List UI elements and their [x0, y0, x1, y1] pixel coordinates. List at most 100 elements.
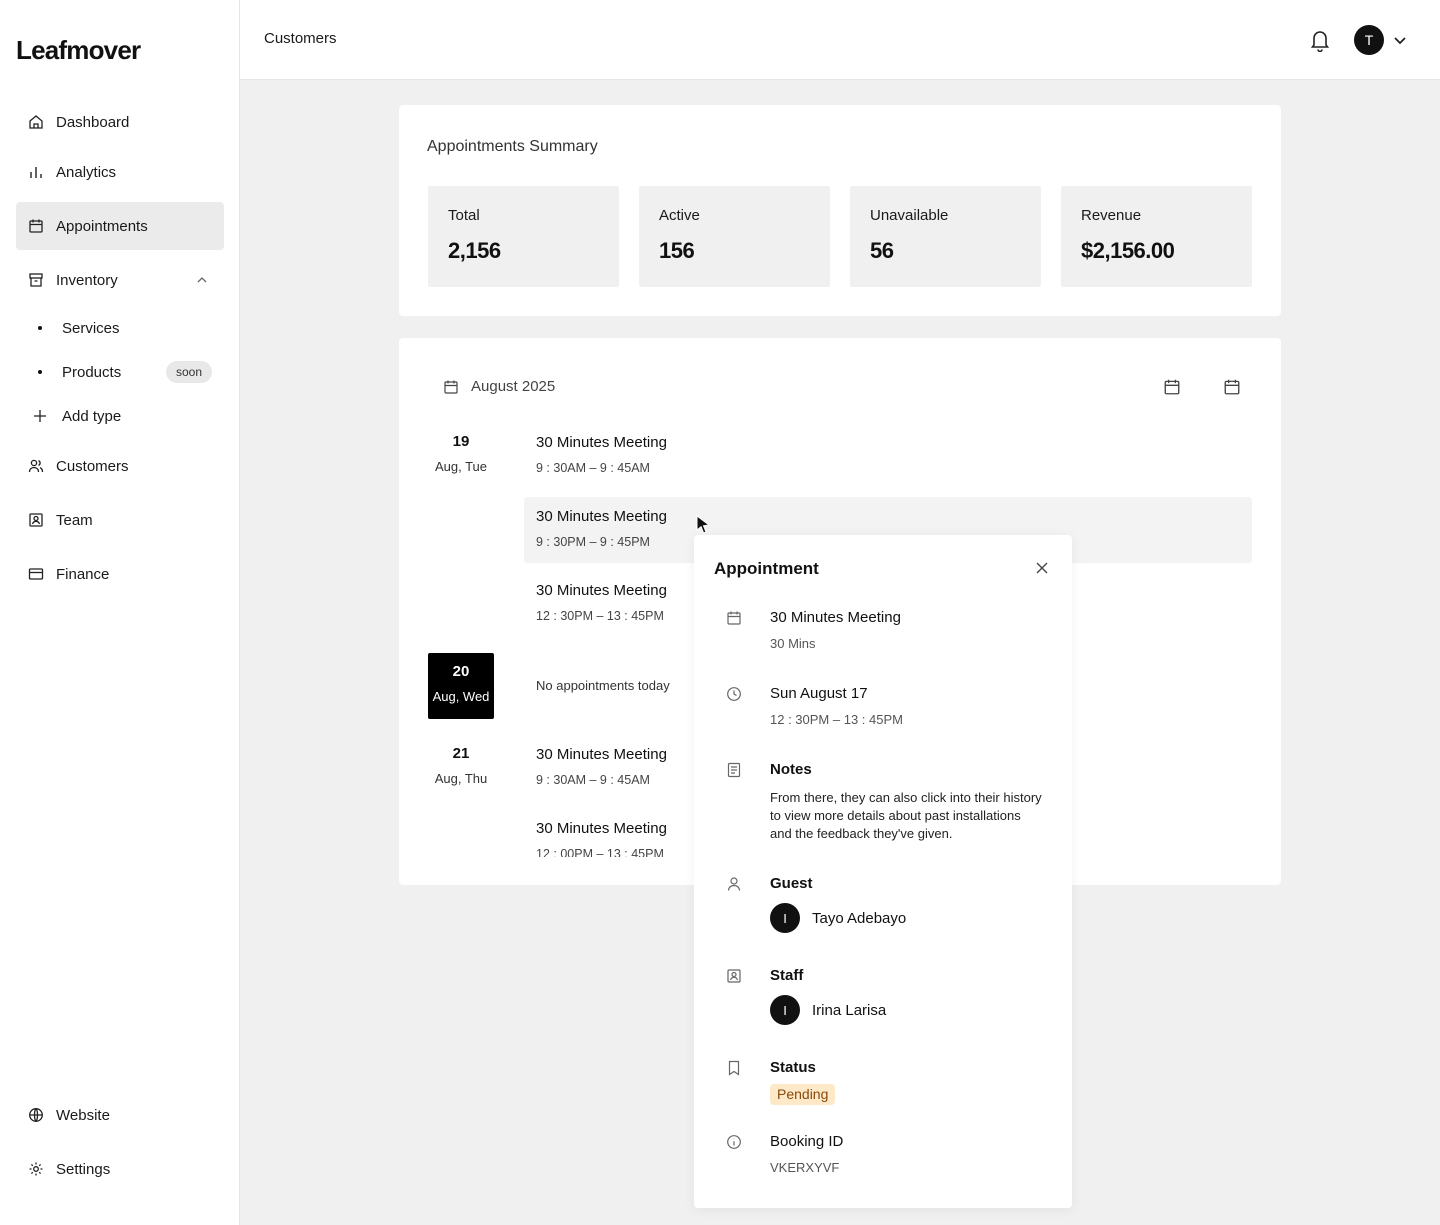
sidebar-item-website[interactable]: Website — [16, 1091, 224, 1139]
status-label: Status — [770, 1059, 816, 1076]
sidebar-item-label: Analytics — [56, 163, 117, 181]
day-weekday: Aug, Thu — [434, 771, 488, 786]
guest-label: Guest — [770, 875, 813, 892]
stat-value: 156 — [659, 238, 695, 263]
day-weekday: Aug, Tue — [434, 459, 488, 474]
add-type-label: Add type — [62, 407, 122, 425]
appointment-details-popover: Appointment 30 Minutes Meeting 30 Mins S… — [694, 535, 1072, 1208]
appointment-time: 9 : 30AM – 9 : 45AM — [536, 773, 650, 787]
stat-card-total: Total 2,156 — [428, 186, 619, 287]
day-number: 21 — [452, 745, 470, 762]
sidebar-item-services[interactable]: Services — [16, 308, 224, 348]
stat-label: Active — [659, 207, 700, 224]
bullet-dot — [38, 326, 42, 330]
sidebar-item-label: Services — [62, 319, 120, 337]
appointment-item[interactable]: 30 Minutes Meeting 9 : 30AM – 9 : 45AM — [524, 423, 1252, 489]
stat-label: Revenue — [1081, 207, 1142, 224]
day-weekday: Aug, Wed — [432, 689, 490, 704]
clock-icon — [727, 687, 741, 701]
sidebar-item-settings[interactable]: Settings — [16, 1145, 224, 1193]
note-icon — [727, 762, 741, 778]
sidebar-item-team[interactable]: Team — [16, 496, 224, 544]
sidebar-item-label: Finance — [56, 565, 110, 583]
sidebar-item-label: Website — [56, 1106, 110, 1124]
stat-card-revenue: Revenue $2,156.00 — [1061, 186, 1252, 287]
empty-day-message: No appointments today — [536, 678, 670, 693]
appointment-title: 30 Minutes Meeting — [536, 820, 667, 837]
appointment-time: 12 : 30PM – 13 : 45PM — [536, 609, 664, 623]
appointment-time: 9 : 30PM – 9 : 45PM — [536, 535, 650, 549]
contact-icon — [29, 513, 43, 527]
guest-name: Tayo Adebayo — [812, 909, 907, 927]
soon-badge: soon — [165, 361, 212, 383]
sidebar-item-appointments[interactable]: Appointments — [16, 202, 224, 250]
staff-person[interactable]: I Irina Larisa — [770, 995, 886, 1025]
gear-icon — [29, 1162, 43, 1176]
appointment-title: 30 Minutes Meeting — [536, 434, 667, 451]
day-label: 19 Aug, Tue — [428, 423, 494, 489]
globe-icon — [29, 1108, 43, 1122]
sidebar: Leafmover Dashboard Analytics Appointmen… — [0, 0, 240, 1225]
appointment-time: 9 : 30AM – 9 : 45AM — [536, 461, 650, 475]
bullet-dot — [38, 370, 42, 374]
plus-icon — [34, 410, 46, 422]
sidebar-item-label: Dashboard — [56, 113, 130, 131]
stat-value: 2,156 — [448, 238, 501, 263]
stat-value: 56 — [870, 238, 894, 263]
top-bar: Customers T — [240, 0, 1440, 80]
archive-icon — [29, 273, 43, 287]
calendar-icon — [444, 380, 458, 394]
appointment-time: 12 : 00PM – 13 : 45PM — [536, 847, 664, 857]
users-icon — [28, 459, 44, 473]
stat-card-unavailable: Unavailable 56 — [850, 186, 1041, 287]
stat-label: Total — [448, 207, 480, 224]
summary-title: Appointments Summary — [427, 138, 598, 155]
sidebar-item-inventory[interactable]: Inventory — [16, 256, 224, 304]
month-label: August 2025 — [471, 378, 556, 395]
breadcrumb[interactable]: Customers — [264, 30, 337, 47]
calendar-icon[interactable] — [1163, 378, 1181, 396]
sidebar-item-label: Team — [56, 511, 93, 529]
sidebar-item-finance[interactable]: Finance — [16, 550, 224, 598]
day-number: 19 — [452, 433, 470, 450]
bell-icon[interactable] — [1309, 28, 1331, 52]
staff-label: Staff — [770, 967, 804, 984]
day-label-today: 20 Aug, Wed — [428, 653, 494, 719]
notes-text: From there, they can also click into the… — [770, 790, 1042, 841]
booking-id-label: Booking ID — [770, 1133, 844, 1150]
guest-person[interactable]: I Tayo Adebayo — [770, 903, 906, 933]
stat-value: $2,156.00 — [1081, 238, 1175, 263]
avatar: I — [770, 903, 800, 933]
contact-icon — [727, 969, 741, 983]
staff-name: Irina Larisa — [812, 1001, 887, 1019]
day-number: 20 — [452, 663, 470, 680]
user-avatar[interactable]: T — [1354, 25, 1384, 55]
sidebar-item-dashboard[interactable]: Dashboard — [16, 98, 224, 146]
appointment-time-range: 12 : 30PM – 13 : 45PM — [770, 712, 903, 727]
sidebar-item-products[interactable]: Products soon — [16, 352, 224, 392]
user-icon — [727, 877, 741, 891]
stat-label: Unavailable — [870, 207, 949, 224]
credit-card-icon — [28, 568, 44, 580]
chevron-up-icon[interactable] — [194, 272, 210, 288]
appointment-title: 30 Minutes Meeting — [536, 746, 667, 763]
sidebar-item-customers[interactable]: Customers — [16, 442, 224, 490]
brand-logo[interactable]: Leafmover — [16, 34, 141, 66]
sidebar-item-label: Products — [62, 363, 122, 381]
appointments-summary-card: Appointments Summary Total 2,156 Active … — [399, 105, 1281, 316]
appointment-title: 30 Minutes Meeting — [536, 582, 667, 599]
add-type-button[interactable]: Add type — [16, 396, 224, 436]
meeting-duration: 30 Mins — [770, 636, 816, 651]
popover-title: Appointment — [714, 559, 819, 578]
booking-id-value: VKERXYVF — [770, 1160, 840, 1175]
month-picker[interactable]: August 2025 — [443, 378, 555, 395]
close-icon[interactable] — [1034, 560, 1050, 576]
calendar-icon[interactable] — [1223, 378, 1241, 396]
appointment-title: 30 Minutes Meeting — [536, 508, 667, 525]
sidebar-item-analytics[interactable]: Analytics — [16, 148, 224, 196]
meeting-title: 30 Minutes Meeting — [770, 609, 901, 626]
stat-card-active: Active 156 — [639, 186, 830, 287]
sidebar-item-label: Inventory — [56, 271, 118, 289]
status-badge: Pending — [770, 1084, 836, 1105]
chevron-down-icon[interactable] — [1392, 32, 1408, 48]
